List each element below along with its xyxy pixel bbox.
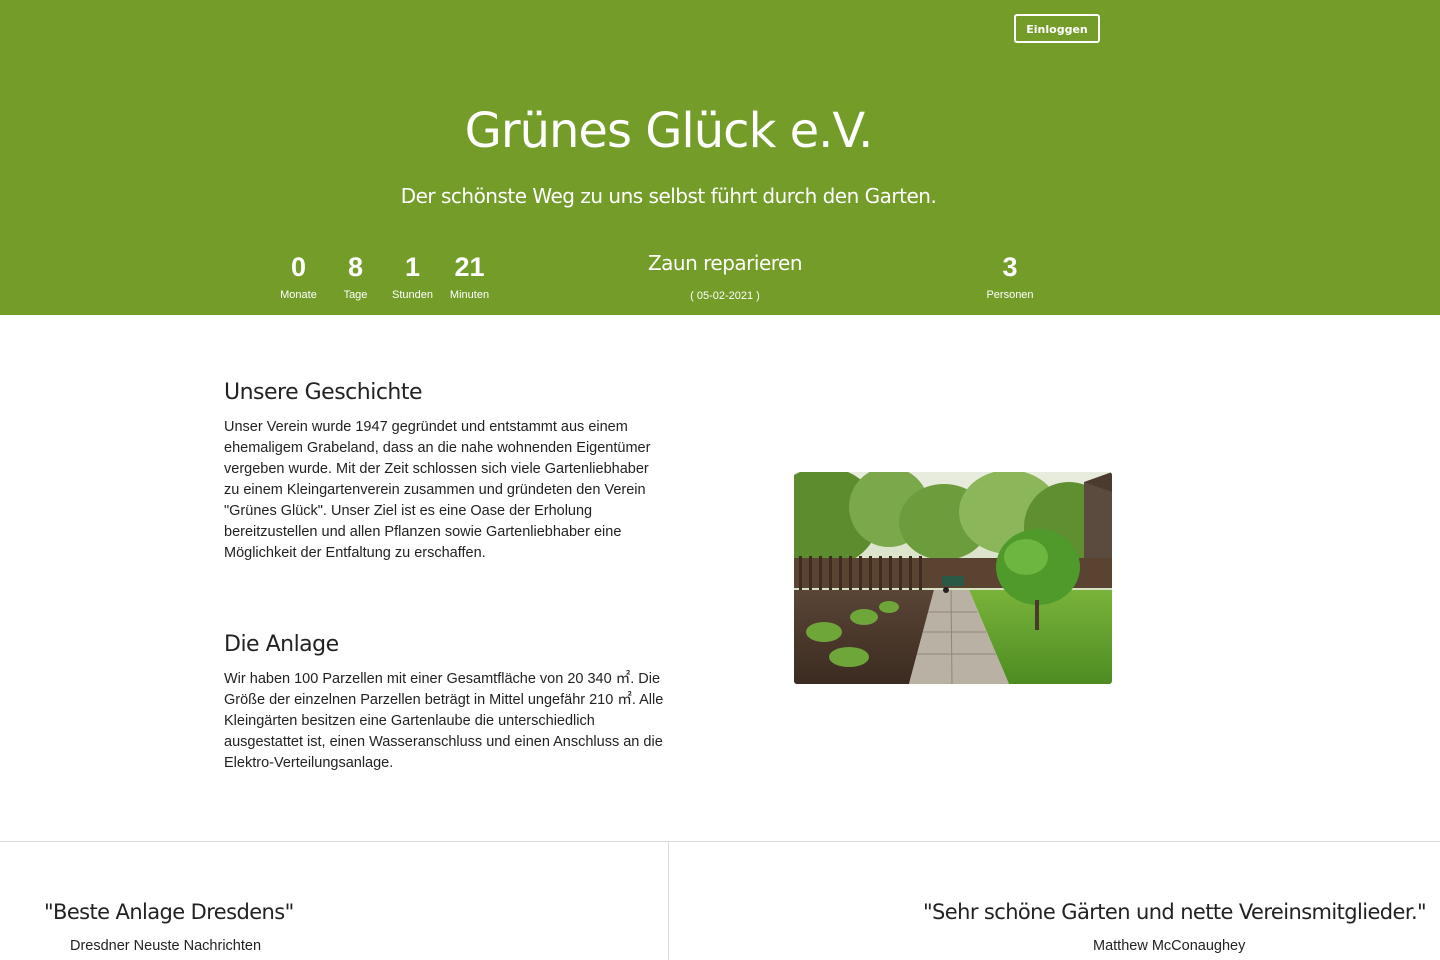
countdown-value: 8: [347, 252, 364, 282]
countdown-days: 8 Tage: [327, 251, 384, 302]
countdown-label: Minuten: [449, 289, 490, 301]
history-heading: Unsere Geschichte: [224, 380, 423, 405]
participants-count: 3 Personen: [970, 251, 1050, 302]
testimonial-quote: "Sehr schöne Gärten und nette Vereinsmit…: [923, 900, 1427, 924]
facility-heading: Die Anlage: [224, 632, 339, 657]
countdown-minutes: 21 Minuten: [441, 251, 498, 302]
countdown-timer: 0 Monate 8 Tage 1 Stunden 21 Minuten: [270, 251, 498, 302]
hero-header: Einloggen Grünes Glück e.V. Der schönste…: [0, 0, 1440, 315]
garden-path-photo: [794, 472, 1112, 684]
countdown-value: 21: [454, 252, 485, 282]
participants-value: 3: [1002, 252, 1018, 282]
testimonial-source: Matthew McConaughey: [1093, 938, 1246, 954]
next-event: Zaun reparieren ( 05-02-2021 ): [600, 249, 850, 303]
login-button[interactable]: Einloggen: [1014, 14, 1100, 43]
countdown-label: Monate: [280, 289, 317, 301]
countdown-label: Tage: [343, 289, 368, 301]
testimonial-source: Dresdner Neuste Nachrichten: [70, 938, 262, 954]
facility-text: Wir haben 100 Parzellen mit einer Gesamt…: [224, 671, 664, 771]
history-text: Unser Verein wurde 1947 gegründet und en…: [224, 419, 651, 561]
event-name: Zaun reparieren: [647, 251, 803, 275]
event-date: ( 05-02-2021 ): [690, 290, 760, 302]
countdown-hours: 1 Stunden: [384, 251, 441, 302]
participants-label: Personen: [986, 289, 1034, 301]
testimonial-quote: "Beste Anlage Dresdens": [44, 900, 294, 924]
countdown-months: 0 Monate: [270, 251, 327, 302]
countdown-value: 1: [404, 252, 421, 282]
countdown-value: 0: [290, 252, 307, 282]
countdown-label: Stunden: [392, 289, 433, 301]
site-title: Grünes Glück e.V.: [464, 103, 874, 159]
testimonial-divider: [668, 842, 669, 960]
section-divider: [0, 841, 1440, 842]
site-tagline: Der schönste Weg zu uns selbst führt dur…: [400, 184, 937, 208]
